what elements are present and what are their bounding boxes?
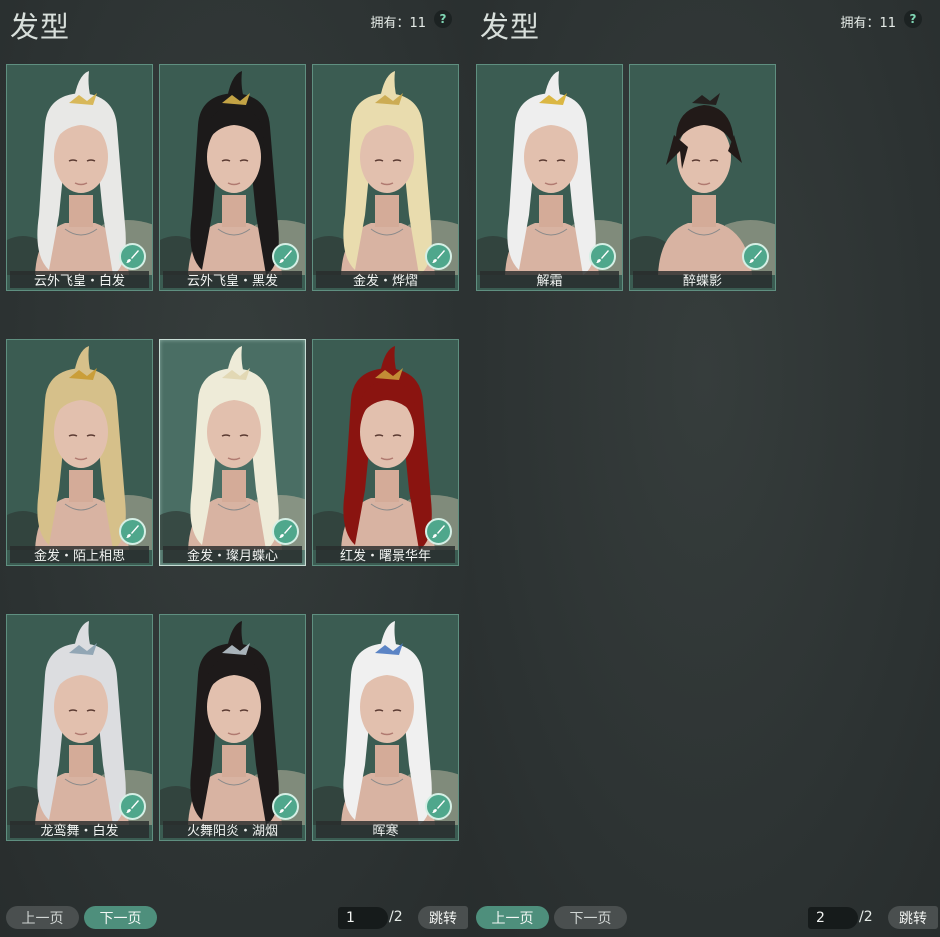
brush-icon[interactable]	[742, 243, 769, 270]
hair-card[interactable]: 火舞阳炎・湖烟	[159, 614, 306, 841]
hair-card-name: 龙鸾舞・白发	[10, 821, 149, 839]
hair-card[interactable]: 云外飞皇・黑发	[159, 64, 306, 291]
hair-card[interactable]: 醉蝶影	[629, 64, 776, 291]
brush-icon[interactable]	[119, 793, 146, 820]
hair-card-name: 金发・璨月蝶心	[163, 546, 302, 564]
brush-icon[interactable]	[272, 793, 299, 820]
owned-count: 拥有：11	[840, 16, 896, 31]
brush-icon[interactable]	[272, 243, 299, 270]
next-page-button[interactable]: 下一页	[554, 906, 627, 929]
hair-card-name: 醉蝶影	[633, 271, 772, 289]
brush-icon[interactable]	[425, 518, 452, 545]
owned-count: 拥有：11	[370, 16, 426, 31]
page-number-input[interactable]: 2	[808, 907, 858, 929]
brush-icon[interactable]	[425, 243, 452, 270]
hair-card-name: 解霜	[480, 271, 619, 289]
page-number-input[interactable]: 1	[338, 907, 388, 929]
hair-card-name: 火舞阳炎・湖烟	[163, 821, 302, 839]
page-total: /2	[859, 909, 873, 925]
brush-icon[interactable]	[119, 243, 146, 270]
hair-card[interactable]: 金发・烨熠	[312, 64, 459, 291]
hair-card[interactable]: 红发・曙景华年	[312, 339, 459, 566]
help-icon[interactable]: ?	[904, 10, 922, 28]
brush-icon[interactable]	[589, 243, 616, 270]
brush-icon[interactable]	[425, 793, 452, 820]
jump-button[interactable]: 跳转	[888, 906, 938, 929]
hair-card[interactable]: 龙鸾舞・白发	[6, 614, 153, 841]
hair-panel-page-1: 发型 拥有：11 ? 云外飞皇・白发 云外飞皇・黑发 金发・烨熠 金发・陌上相思…	[0, 0, 470, 937]
prev-page-button[interactable]: 上一页	[476, 906, 549, 929]
hair-card-name: 金发・烨熠	[316, 271, 455, 289]
hair-card[interactable]: 云外飞皇・白发	[6, 64, 153, 291]
hair-card-name: 云外飞皇・白发	[10, 271, 149, 289]
brush-icon[interactable]	[119, 518, 146, 545]
panel-title: 发型	[10, 10, 71, 44]
hair-card-name: 红发・曙景华年	[316, 546, 455, 564]
jump-button[interactable]: 跳转	[418, 906, 468, 929]
hair-card[interactable]: 晖寒	[312, 614, 459, 841]
hair-card-name: 晖寒	[316, 821, 455, 839]
prev-page-button[interactable]: 上一页	[6, 906, 79, 929]
help-icon[interactable]: ?	[434, 10, 452, 28]
next-page-button[interactable]: 下一页	[84, 906, 157, 929]
hair-panel-page-2: 发型 拥有：11 ? 解霜 醉蝶影 上一页 下一页 2 /2 跳转	[470, 0, 940, 937]
hair-card[interactable]: 金发・陌上相思	[6, 339, 153, 566]
panel-title: 发型	[480, 10, 541, 44]
brush-icon[interactable]	[272, 518, 299, 545]
page-total: /2	[389, 909, 403, 925]
hair-card[interactable]: 解霜	[476, 64, 623, 291]
hair-card-selected[interactable]: 金发・璨月蝶心	[159, 339, 306, 566]
hair-card-name: 金发・陌上相思	[10, 546, 149, 564]
hair-card-name: 云外飞皇・黑发	[163, 271, 302, 289]
